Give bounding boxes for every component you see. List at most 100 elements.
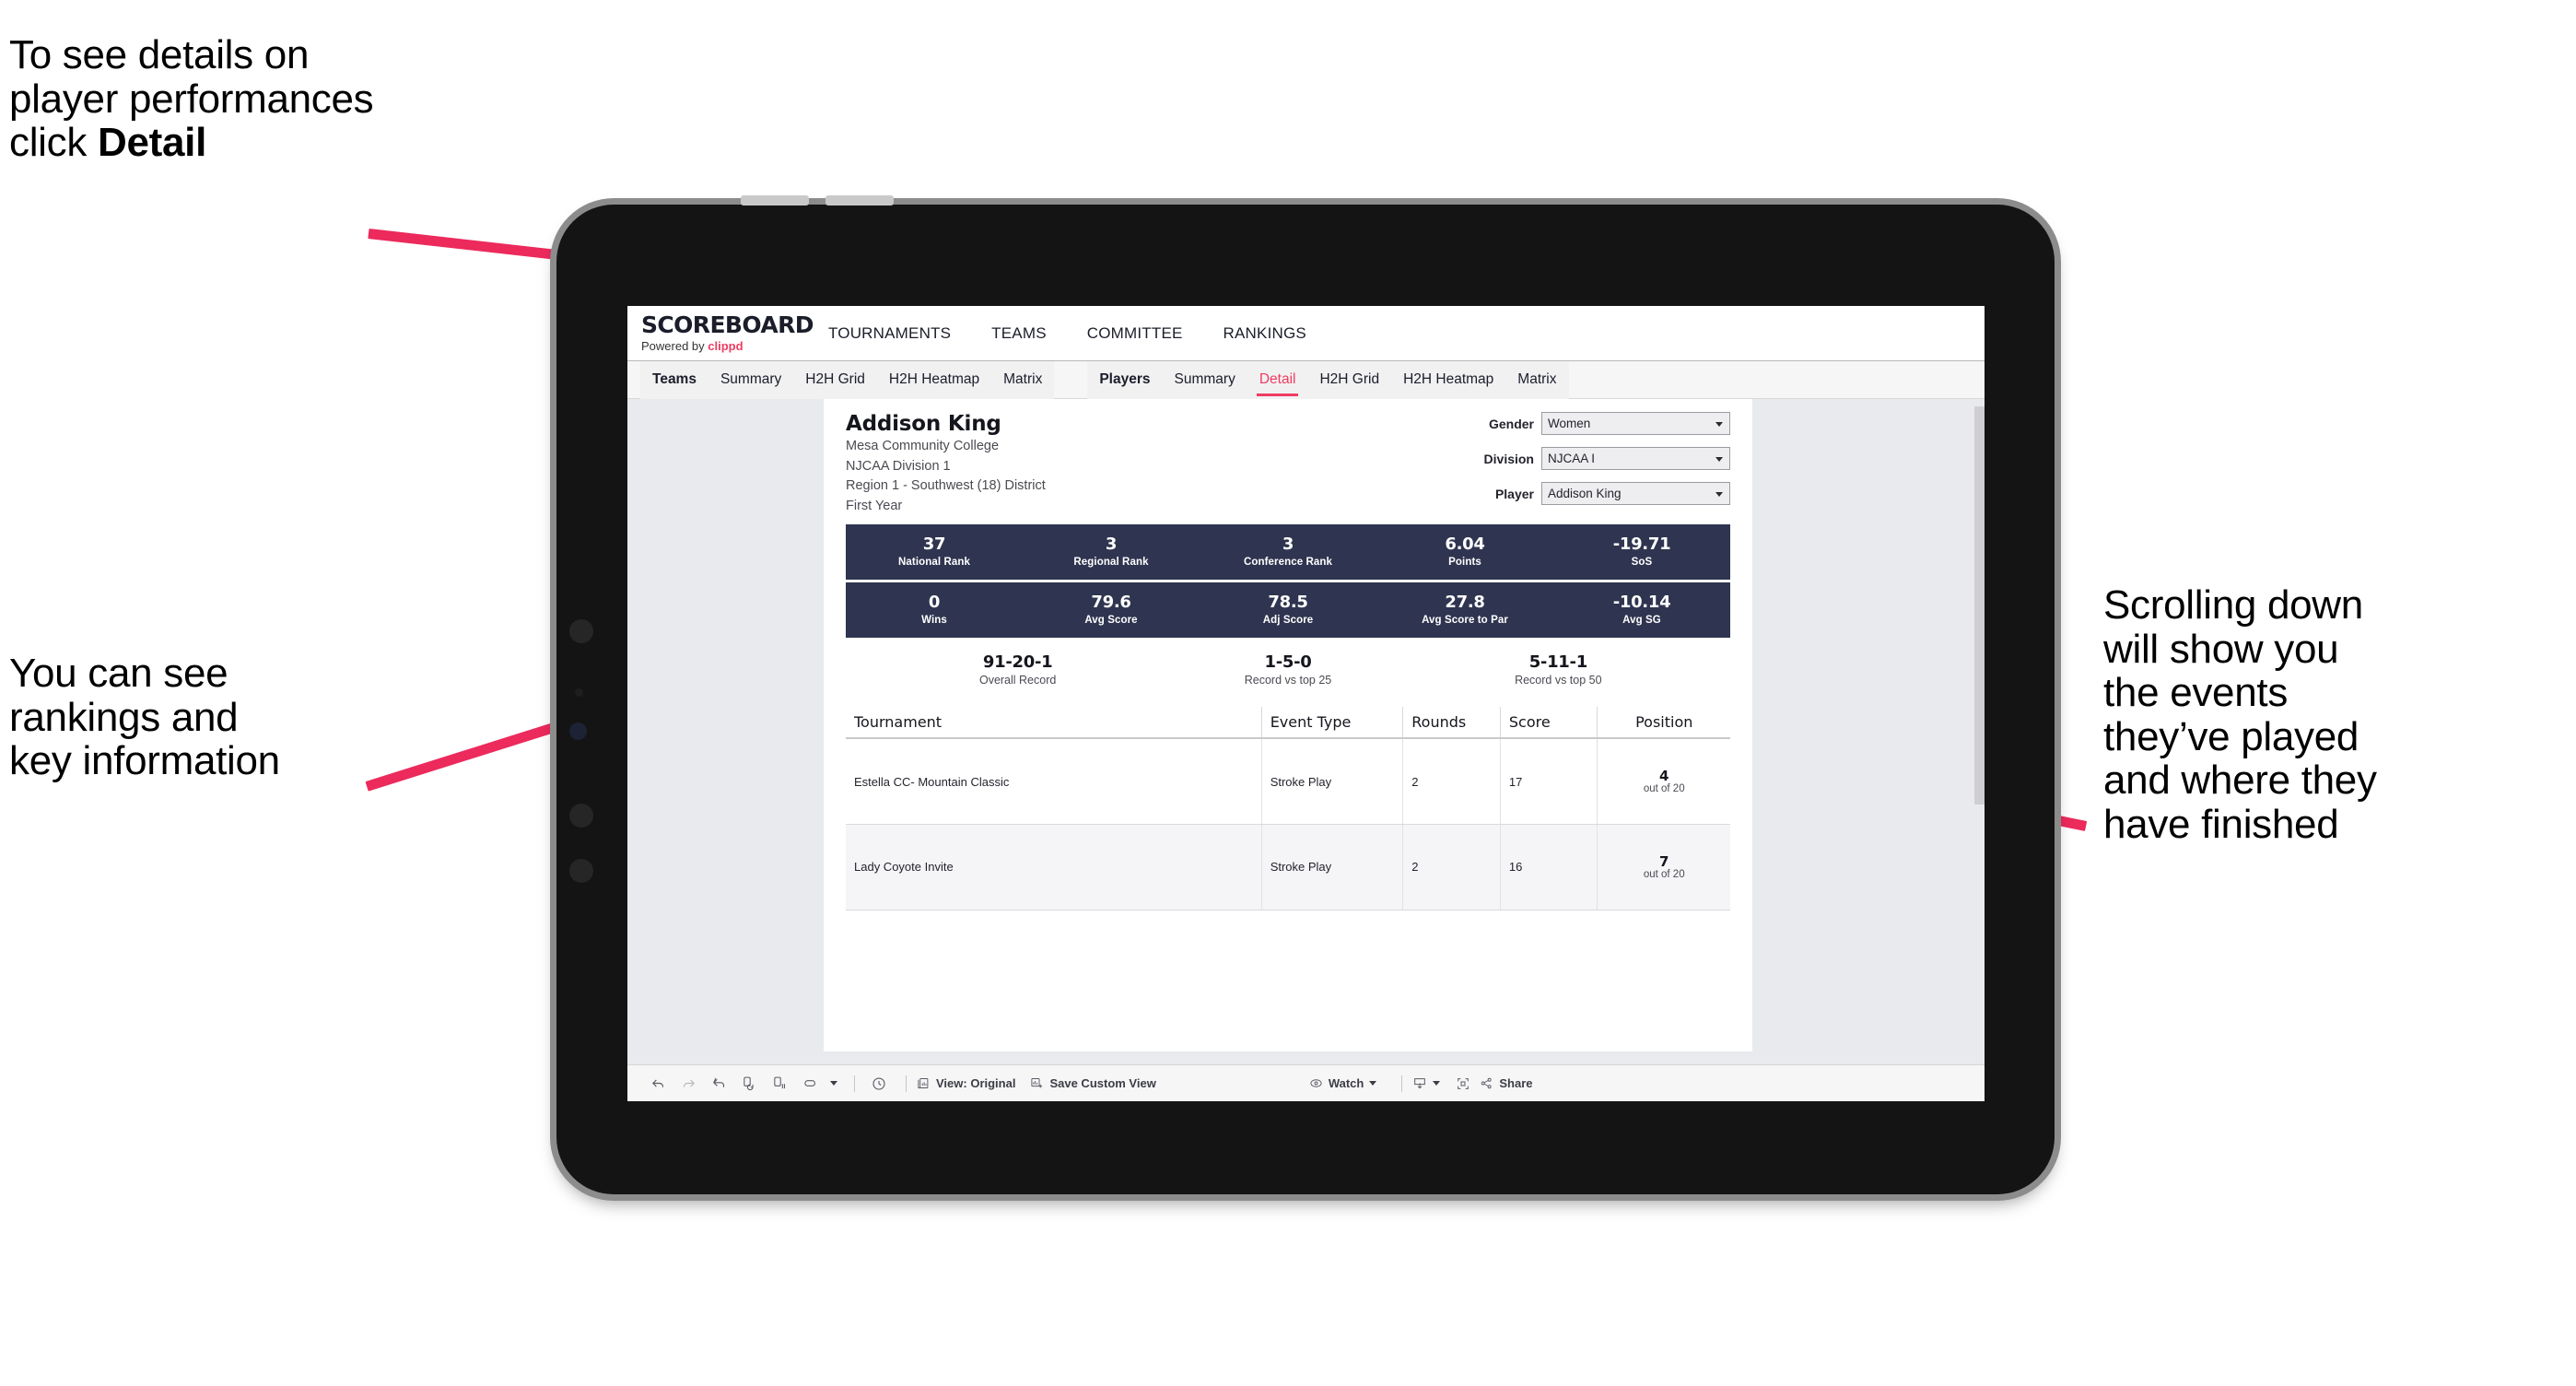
filter-player-select[interactable]: Addison King (1541, 482, 1730, 505)
subnav-item-players-summary[interactable]: Summary (1163, 361, 1247, 399)
speaker-hole-icon-3 (569, 859, 593, 883)
volume-down-button[interactable] (825, 195, 894, 206)
filter-division: Division NJCAA I (1426, 447, 1730, 470)
volume-up-button[interactable] (741, 195, 809, 206)
table-row[interactable]: Lady Coyote Invite Stroke Play 2 16 7 ou… (846, 824, 1730, 910)
watch-button[interactable]: Watch (1309, 1076, 1377, 1090)
stat-national-rank-value: 37 (922, 534, 946, 555)
col-position[interactable]: Position (1597, 707, 1730, 740)
nav-item-teams[interactable]: TEAMS (971, 324, 1067, 343)
top-navigation-bar: SCOREBOARD Powered by clippd TOURNAMENTS… (627, 306, 1985, 361)
subnav-item-teams-h2h-grid[interactable]: H2H Grid (793, 361, 877, 399)
subnav-item-players-h2h-heatmap[interactable]: H2H Heatmap (1391, 361, 1505, 399)
save-custom-view-icon (1030, 1076, 1044, 1090)
cell-score: 16 (1500, 824, 1598, 910)
vertical-scrollbar[interactable] (1974, 399, 1985, 1101)
filter-gender-label: Gender (1488, 416, 1534, 431)
view-icon (917, 1076, 931, 1090)
col-event-type[interactable]: Event Type (1261, 707, 1404, 740)
stats-bar-primary: 37 National Rank 3 Regional Rank 3 Confe… (846, 524, 1730, 581)
nav-item-rankings[interactable]: RANKINGS (1203, 324, 1327, 343)
scrollbar-thumb[interactable] (1974, 406, 1985, 805)
chevron-down-icon (1715, 421, 1723, 427)
share-icon (1480, 1076, 1493, 1090)
stat-sos: -19.71 SoS (1553, 535, 1730, 568)
clock-history-icon[interactable] (865, 1070, 893, 1098)
refresh-data-icon[interactable] (735, 1070, 763, 1098)
cell-rounds: 2 (1402, 824, 1501, 910)
stat-adj-score-value: 78.5 (1268, 593, 1308, 613)
stats-bar-secondary: 0 Wins 79.6 Avg Score 78.5 Adj Score 27.… (846, 582, 1730, 639)
loop-icon[interactable] (796, 1070, 824, 1098)
cell-event-type: Stroke Play (1261, 824, 1404, 910)
record-overall-label: Overall Record (978, 674, 1057, 687)
stat-regional-rank-label: Regional Rank (1073, 557, 1149, 569)
filter-player-label: Player (1494, 486, 1534, 501)
col-score[interactable]: Score (1500, 707, 1598, 740)
nav-item-tournaments[interactable]: TOURNAMENTS (808, 324, 971, 343)
record-vs-top-50-value: 5-11-1 (1528, 652, 1588, 673)
nav-item-committee[interactable]: COMMITTEE (1067, 324, 1203, 343)
table-row[interactable]: Estella CC- Mountain Classic Stroke Play… (846, 738, 1730, 825)
stat-wins-label: Wins (921, 615, 947, 627)
stat-wins-value: 0 (928, 593, 941, 613)
subnav-item-players-detail[interactable]: Detail (1247, 361, 1308, 399)
download-button[interactable] (1412, 1076, 1441, 1091)
stat-avg-sg-value: -10.14 (1612, 593, 1671, 613)
subnav-item-teams-summary[interactable]: Summary (708, 361, 793, 399)
cell-position: 4 out of 20 (1597, 738, 1730, 825)
watch-label: Watch (1328, 1076, 1364, 1090)
filter-division-label: Division (1483, 451, 1534, 466)
stat-conference-rank-label: Conference Rank (1243, 557, 1333, 569)
share-button[interactable]: Share (1480, 1076, 1533, 1090)
subnav-teams-label: Teams (652, 371, 697, 387)
view-original-button[interactable]: View: Original (917, 1076, 1015, 1090)
stat-adj-score-label: Adj Score (1262, 615, 1314, 627)
subnav-players-label: Players (1099, 371, 1151, 387)
brand-logo[interactable]: SCOREBOARD Powered by clippd (627, 313, 814, 353)
view-original-label: View: Original (936, 1076, 1016, 1090)
toolbar-divider (854, 1075, 855, 1092)
cell-rounds: 2 (1402, 738, 1501, 825)
brand-tagline: Powered by clippd (641, 339, 808, 353)
filter-gender: Gender Women (1426, 412, 1730, 435)
cell-event-type: Stroke Play (1261, 738, 1404, 825)
filter-gender-select[interactable]: Women (1541, 412, 1730, 435)
stat-avg-score-value: 79.6 (1091, 593, 1131, 613)
revert-icon[interactable] (705, 1070, 732, 1098)
filter-player: Player Addison King (1426, 482, 1730, 505)
subnav-item-teams-h2h-heatmap[interactable]: H2H Heatmap (877, 361, 991, 399)
stat-conference-rank-value: 3 (1282, 534, 1294, 555)
save-custom-view-label: Save Custom View (1049, 1076, 1156, 1090)
subnav-item-teams-matrix[interactable]: Matrix (991, 361, 1054, 399)
filter-gender-value: Women (1548, 417, 1591, 430)
cell-position: 7 out of 20 (1597, 824, 1730, 910)
chevron-down-icon (1433, 1081, 1441, 1086)
subnav-item-players-h2h-grid[interactable]: H2H Grid (1307, 361, 1391, 399)
annotation-right: Scrolling down will show you the events … (2103, 582, 2377, 847)
save-custom-view-button[interactable]: Save Custom View (1030, 1076, 1156, 1090)
dashboard-body: Addison King Mesa Community College NJCA… (627, 399, 1985, 1101)
undo-icon[interactable] (644, 1070, 672, 1098)
filter-division-value: NJCAA I (1548, 452, 1596, 465)
col-tournament[interactable]: Tournament (846, 707, 1262, 740)
stat-avg-sg: -10.14 Avg SG (1553, 593, 1730, 626)
dashboard-toolbar: View: Original Save Custom View Watch Sh… (627, 1064, 1985, 1101)
subnav-group-teams: Teams Summary H2H Grid H2H Heatmap Matri… (640, 360, 1055, 399)
redo-icon[interactable] (674, 1070, 702, 1098)
cell-position-value: 4 (1659, 767, 1669, 784)
annotation-top-left: To see details on player performances cl… (9, 33, 599, 165)
chevron-down-icon[interactable] (826, 1070, 841, 1098)
filter-player-value: Addison King (1548, 487, 1622, 500)
tablet-device-frame: SCOREBOARD Powered by clippd TOURNAMENTS… (556, 195, 2055, 1194)
fullscreen-icon[interactable] (1449, 1070, 1477, 1098)
events-table: Tournament Event Type Rounds Score Posit… (846, 707, 1730, 910)
stat-national-rank-label: National Rank (898, 557, 970, 569)
share-label: Share (1499, 1076, 1533, 1090)
cell-score: 17 (1500, 738, 1598, 825)
subnav-item-players-matrix[interactable]: Matrix (1505, 361, 1568, 399)
pause-auto-update-icon[interactable] (766, 1070, 793, 1098)
filter-division-select[interactable]: NJCAA I (1541, 447, 1730, 470)
record-overall-value: 91-20-1 (982, 652, 1053, 673)
col-rounds[interactable]: Rounds (1402, 707, 1501, 740)
